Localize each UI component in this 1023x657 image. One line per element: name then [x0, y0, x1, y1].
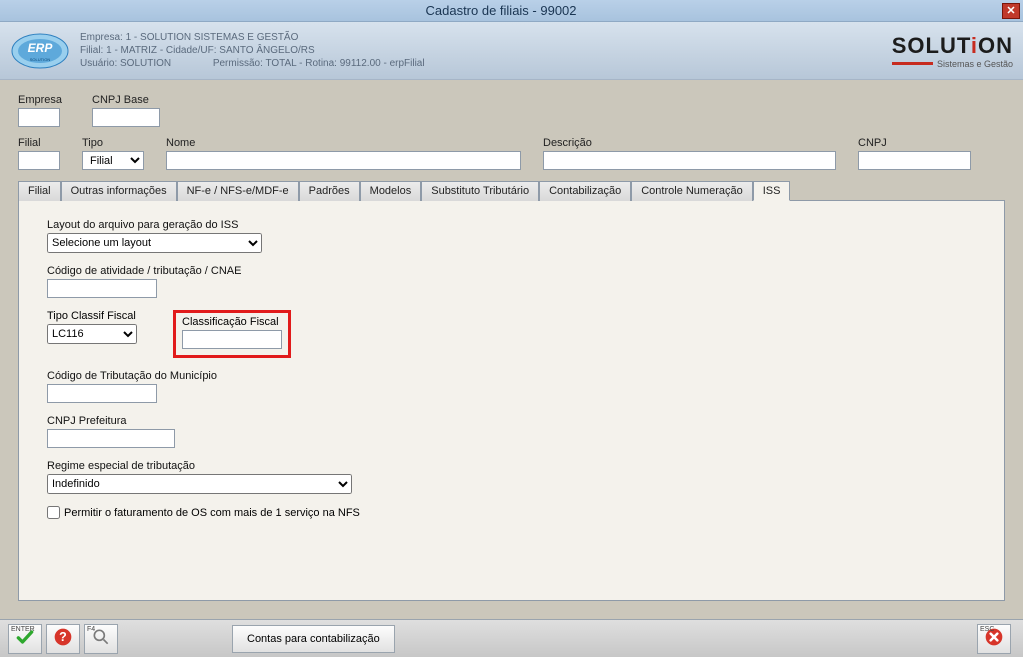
tab-padroes[interactable]: Padrões: [299, 181, 360, 201]
header-empresa: Empresa: 1 - SOLUTION SISTEMAS E GESTÃO: [80, 31, 892, 44]
filial-input[interactable]: [18, 151, 60, 170]
app-header: ERP SOLUTION Empresa: 1 - SOLUTION SISTE…: [0, 22, 1023, 80]
codigo-atividade-label: Código de atividade / tributação / CNAE: [47, 265, 976, 277]
window-titlebar: Cadastro de filiais - 99002 ✕: [0, 0, 1023, 22]
erp-logo-icon: ERP SOLUTION: [10, 31, 70, 71]
tipo-label: Tipo: [82, 137, 144, 149]
permitir-faturamento-checkbox[interactable]: [47, 506, 60, 519]
layout-select[interactable]: Selecione um layout: [47, 233, 262, 253]
tab-outras-informacoes[interactable]: Outras informações: [61, 181, 177, 201]
nome-label: Nome: [166, 137, 521, 149]
help-icon: ?: [53, 627, 73, 650]
tab-filial[interactable]: Filial: [18, 181, 61, 201]
close-button[interactable]: ✕: [1002, 3, 1020, 19]
empresa-label: Empresa: [18, 94, 62, 106]
header-info: Empresa: 1 - SOLUTION SISTEMAS E GESTÃO …: [80, 31, 892, 70]
highlight-classificacao-fiscal: Classificação Fiscal: [173, 310, 291, 358]
enter-confirm-button[interactable]: ENTER: [8, 624, 42, 654]
tipo-classif-select[interactable]: LC116: [47, 324, 137, 344]
solution-logo: SOLUTiON Sistemas e Gestão: [892, 33, 1013, 69]
cnpj-base-label: CNPJ Base: [92, 94, 160, 106]
svg-text:?: ?: [59, 630, 67, 644]
descricao-input[interactable]: [543, 151, 836, 170]
content-area: Empresa CNPJ Base Filial Tipo Filial Nom…: [0, 80, 1023, 619]
tab-controle-numeracao[interactable]: Controle Numeração: [631, 181, 753, 201]
codigo-trib-input[interactable]: [47, 384, 157, 403]
codigo-atividade-input[interactable]: [47, 279, 157, 298]
codigo-trib-label: Código de Tributação do Município: [47, 370, 976, 382]
tab-iss[interactable]: ISS: [753, 181, 791, 201]
help-button[interactable]: ?: [46, 624, 80, 654]
contas-contabilizacao-button[interactable]: Contas para contabilização: [232, 625, 395, 653]
svg-text:SOLUTION: SOLUTION: [30, 57, 51, 62]
footer-bar: ENTER ? F4 Contas para contabilização ES…: [0, 619, 1023, 657]
tipo-classif-label: Tipo Classif Fiscal: [47, 310, 137, 322]
layout-label: Layout do arquivo para geração do ISS: [47, 219, 976, 231]
descricao-label: Descrição: [543, 137, 836, 149]
filial-label: Filial: [18, 137, 60, 149]
classificacao-fiscal-input[interactable]: [182, 330, 282, 349]
tipo-select[interactable]: Filial: [82, 151, 144, 170]
cnpj-prefeitura-input[interactable]: [47, 429, 175, 448]
empresa-input[interactable]: [18, 108, 60, 127]
esc-cancel-button[interactable]: ESC: [977, 624, 1011, 654]
header-permissao: Permissão: TOTAL - Rotina: 99112.00 - er…: [213, 58, 425, 69]
regime-label: Regime especial de tributação: [47, 460, 976, 472]
permitir-faturamento-label: Permitir o faturamento de OS com mais de…: [64, 507, 360, 519]
tab-nfe-nfse-mdfe[interactable]: NF-e / NFS-e/MDF-e: [177, 181, 299, 201]
cnpj-prefeitura-label: CNPJ Prefeitura: [47, 415, 976, 427]
window-title: Cadastro de filiais - 99002: [0, 3, 1002, 18]
header-usuario: Usuário: SOLUTION: [80, 58, 171, 69]
cnpj-label: CNPJ: [858, 137, 971, 149]
svg-text:ERP: ERP: [28, 41, 54, 55]
tab-modelos[interactable]: Modelos: [360, 181, 422, 201]
cnpj-base-input[interactable]: [92, 108, 160, 127]
tab-contabilizacao[interactable]: Contabilização: [539, 181, 631, 201]
search-button[interactable]: F4: [84, 624, 118, 654]
regime-select[interactable]: Indefinido: [47, 474, 352, 494]
tab-body-iss: Layout do arquivo para geração do ISS Se…: [18, 201, 1005, 601]
tab-substituto-tributario[interactable]: Substituto Tributário: [421, 181, 539, 201]
nome-input[interactable]: [166, 151, 521, 170]
tab-strip: Filial Outras informações NF-e / NFS-e/M…: [18, 180, 1005, 201]
cnpj-input[interactable]: [858, 151, 971, 170]
header-filial: Filial: 1 - MATRIZ - Cidade/UF: SANTO ÂN…: [80, 44, 892, 57]
tab-container: Filial Outras informações NF-e / NFS-e/M…: [18, 180, 1005, 601]
class-fiscal-label: Classificação Fiscal: [182, 316, 282, 328]
